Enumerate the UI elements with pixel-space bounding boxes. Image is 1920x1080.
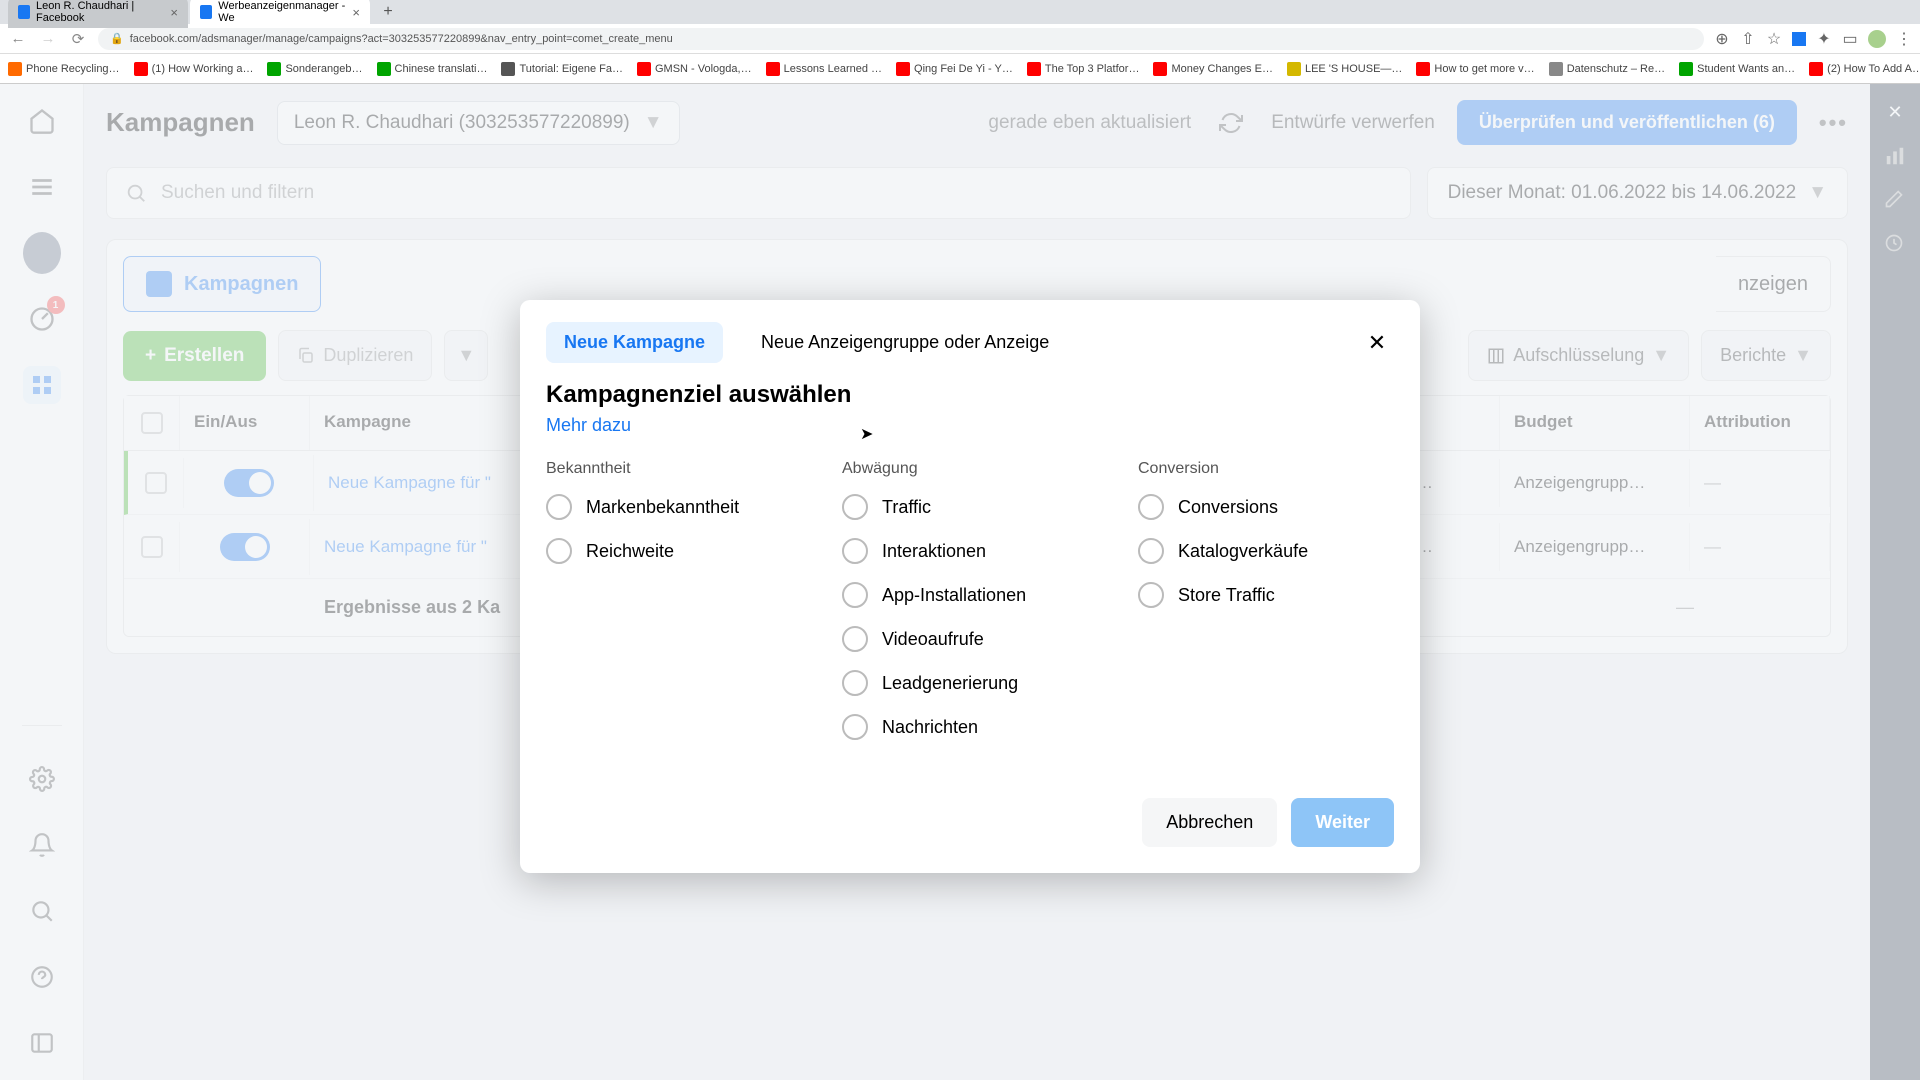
objective-heading: Conversion bbox=[1138, 460, 1394, 478]
fb-icon[interactable] bbox=[1792, 32, 1806, 46]
url-bar[interactable]: 🔒 facebook.com/adsmanager/manage/campaig… bbox=[98, 28, 1704, 50]
forward-button[interactable]: → bbox=[38, 29, 58, 49]
objective-column: Abwägung Traffic Interaktionen App-Installa… bbox=[842, 460, 1098, 758]
bookmark-item[interactable]: Lessons Learned … bbox=[766, 62, 882, 76]
radio[interactable] bbox=[1138, 538, 1164, 564]
reload-button[interactable]: ⟳ bbox=[68, 29, 88, 49]
objective-option[interactable]: Nachrichten bbox=[842, 714, 1098, 740]
learn-more-link[interactable]: Mehr dazu bbox=[546, 415, 1394, 436]
bookmark-item[interactable]: Qing Fei De Yi - Y… bbox=[896, 62, 1013, 76]
bookmark-item[interactable]: (2) How To Add A… bbox=[1809, 62, 1920, 76]
objectives-columns: Bekanntheit Markenbekanntheit Reichweite Ab… bbox=[546, 460, 1394, 758]
video-icon[interactable]: ▭ bbox=[1842, 31, 1858, 47]
url-text: facebook.com/adsmanager/manage/campaigns… bbox=[130, 33, 673, 45]
objective-option[interactable]: Videoaufrufe bbox=[842, 626, 1098, 652]
tab-title: Leon R. Chaudhari | Facebook bbox=[36, 0, 164, 24]
radio[interactable] bbox=[546, 494, 572, 520]
back-button[interactable]: ← bbox=[8, 29, 28, 49]
browser-tab[interactable]: Werbeanzeigenmanager - We × bbox=[190, 0, 370, 28]
new-tab-button[interactable]: + bbox=[378, 2, 398, 22]
star-icon[interactable]: ☆ bbox=[1766, 31, 1782, 47]
objective-option[interactable]: Interaktionen bbox=[842, 538, 1098, 564]
radio[interactable] bbox=[842, 670, 868, 696]
bookmark-item[interactable]: Student Wants an… bbox=[1679, 62, 1795, 76]
bookmark-item[interactable]: Chinese translati… bbox=[377, 62, 488, 76]
close-icon[interactable]: × bbox=[170, 5, 178, 20]
objective-heading: Abwägung bbox=[842, 460, 1098, 478]
browser-chrome: Leon R. Chaudhari | Facebook × Werbeanzei… bbox=[0, 0, 1920, 84]
modal-title: Kampagnenziel auswählen bbox=[546, 381, 1394, 409]
bookmark-bar: Phone Recycling… (1) How Working a… Sonder… bbox=[0, 54, 1920, 84]
bookmark-item[interactable]: GMSN - Vologda,… bbox=[637, 62, 752, 76]
objective-column: Conversion Conversions Katalogverkäufe Stor… bbox=[1138, 460, 1394, 758]
bookmark-item[interactable]: (1) How Working a… bbox=[134, 62, 254, 76]
bookmark-item[interactable]: Sonderangeb… bbox=[267, 62, 362, 76]
profile-icon[interactable] bbox=[1868, 30, 1886, 48]
favicon bbox=[200, 5, 212, 19]
bookmark-item[interactable]: Datenschutz – Re… bbox=[1549, 62, 1665, 76]
nav-bar: ← → ⟳ 🔒 facebook.com/adsmanager/manage/c… bbox=[0, 24, 1920, 54]
bookmark-item[interactable]: Money Changes E… bbox=[1153, 62, 1273, 76]
radio[interactable] bbox=[842, 714, 868, 740]
tab-new-adgroup[interactable]: Neue Anzeigengruppe oder Anzeige bbox=[743, 322, 1067, 363]
radio[interactable] bbox=[842, 538, 868, 564]
menu-icon[interactable]: ⋮ bbox=[1896, 31, 1912, 47]
tab-strip: Leon R. Chaudhari | Facebook × Werbeanzei… bbox=[0, 0, 1920, 24]
objective-option[interactable]: Conversions bbox=[1138, 494, 1394, 520]
objective-option[interactable]: Leadgenerierung bbox=[842, 670, 1098, 696]
close-button[interactable]: ✕ bbox=[1360, 326, 1394, 360]
radio[interactable] bbox=[842, 626, 868, 652]
tab-title: Werbeanzeigenmanager - We bbox=[218, 0, 346, 24]
cancel-button[interactable]: Abbrechen bbox=[1142, 798, 1277, 847]
radio[interactable] bbox=[546, 538, 572, 564]
objective-column: Bekanntheit Markenbekanntheit Reichweite bbox=[546, 460, 802, 758]
modal-tabs: Neue Kampagne Neue Anzeigengruppe oder A… bbox=[546, 322, 1394, 363]
objective-option[interactable]: Markenbekanntheit bbox=[546, 494, 802, 520]
cursor-icon: ➤ bbox=[860, 424, 873, 444]
url-actions: ⊕ ⇧ ☆ ✦ ▭ ⋮ bbox=[1714, 30, 1912, 48]
objective-option[interactable]: Store Traffic bbox=[1138, 582, 1394, 608]
next-button[interactable]: Weiter bbox=[1291, 798, 1394, 847]
campaign-objective-modal: Neue Kampagne Neue Anzeigengruppe oder A… bbox=[520, 300, 1420, 873]
objective-heading: Bekanntheit bbox=[546, 460, 802, 478]
modal-footer: Abbrechen Weiter bbox=[546, 798, 1394, 847]
share-icon[interactable]: ⇧ bbox=[1740, 31, 1756, 47]
bookmark-item[interactable]: LEE 'S HOUSE—… bbox=[1287, 62, 1402, 76]
bookmark-item[interactable]: The Top 3 Platfor… bbox=[1027, 62, 1140, 76]
extensions-icon[interactable]: ✦ bbox=[1816, 31, 1832, 47]
browser-tab[interactable]: Leon R. Chaudhari | Facebook × bbox=[8, 0, 188, 28]
lock-icon: 🔒 bbox=[110, 32, 124, 45]
radio[interactable] bbox=[1138, 494, 1164, 520]
objective-option[interactable]: App-Installationen bbox=[842, 582, 1098, 608]
radio[interactable] bbox=[842, 494, 868, 520]
radio[interactable] bbox=[842, 582, 868, 608]
bookmark-item[interactable]: Tutorial: Eigene Fa… bbox=[501, 62, 623, 76]
objective-option[interactable]: Reichweite bbox=[546, 538, 802, 564]
favicon bbox=[18, 5, 30, 19]
radio[interactable] bbox=[1138, 582, 1164, 608]
objective-option[interactable]: Traffic bbox=[842, 494, 1098, 520]
close-icon[interactable]: × bbox=[352, 5, 360, 20]
objective-option[interactable]: Katalogverkäufe bbox=[1138, 538, 1394, 564]
zoom-icon[interactable]: ⊕ bbox=[1714, 31, 1730, 47]
bookmark-item[interactable]: How to get more v… bbox=[1416, 62, 1534, 76]
bookmark-item[interactable]: Phone Recycling… bbox=[8, 62, 120, 76]
tab-new-campaign[interactable]: Neue Kampagne bbox=[546, 322, 723, 363]
